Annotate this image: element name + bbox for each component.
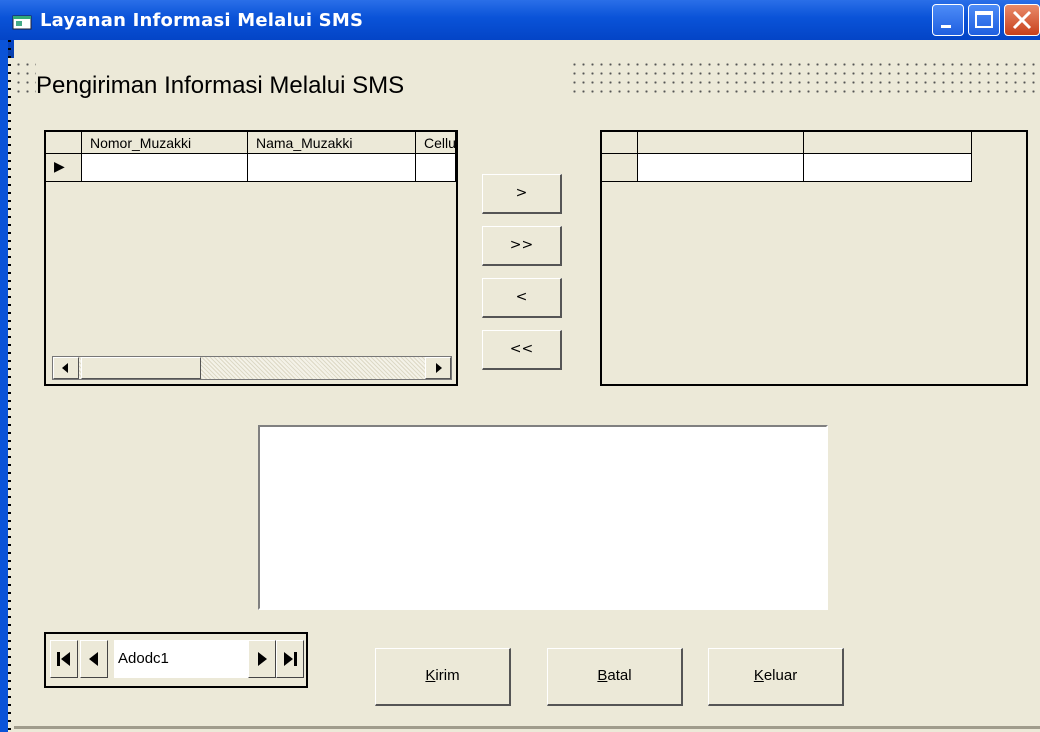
horizontal-scrollbar[interactable] bbox=[52, 356, 452, 380]
close-button[interactable] bbox=[1004, 4, 1040, 36]
form-bottom-edge bbox=[14, 726, 1040, 729]
batal-label: atal bbox=[607, 667, 632, 684]
move-previous-icon bbox=[89, 652, 98, 666]
grid-cell[interactable] bbox=[82, 154, 248, 182]
maximize-icon bbox=[975, 11, 993, 28]
grid-corner-header bbox=[602, 132, 638, 154]
column-header-cellular[interactable]: Cellu bbox=[416, 132, 456, 154]
scroll-thumb[interactable] bbox=[81, 357, 201, 379]
scroll-right-button[interactable] bbox=[425, 357, 451, 379]
adodc-control[interactable]: Adodc1 bbox=[44, 632, 308, 688]
grid-cell[interactable] bbox=[638, 154, 804, 182]
move-last-button[interactable] bbox=[276, 640, 304, 678]
right-data-grid[interactable] bbox=[600, 130, 1028, 386]
move-next-button[interactable] bbox=[248, 640, 276, 678]
form-grid-dots bbox=[570, 60, 1040, 98]
keluar-access-key: K bbox=[753, 667, 764, 684]
remove-one-button[interactable]: < bbox=[482, 278, 562, 318]
remove-all-button[interactable]: << bbox=[482, 330, 562, 370]
column-header-nomor-muzakki[interactable]: Nomor_Muzakki bbox=[82, 132, 248, 154]
column-header-nama-muzakki[interactable]: Nama_Muzakki bbox=[248, 132, 416, 154]
move-next-icon bbox=[258, 652, 267, 666]
scroll-left-button[interactable] bbox=[53, 357, 79, 379]
adodc-caption: Adodc1 bbox=[114, 640, 248, 678]
form-heading: Pengiriman Informasi Melalui SMS bbox=[36, 72, 405, 99]
move-previous-button[interactable] bbox=[80, 640, 108, 678]
row-selector[interactable] bbox=[602, 154, 638, 182]
form-grid-dots bbox=[14, 60, 36, 98]
current-row-icon: ▶ bbox=[54, 158, 65, 174]
app-icon bbox=[12, 15, 32, 30]
arrow-right-icon bbox=[436, 363, 442, 373]
minimize-button[interactable] bbox=[932, 4, 964, 36]
minimize-icon bbox=[941, 25, 951, 28]
grid-corner-header bbox=[46, 132, 82, 154]
move-all-button[interactable]: >> bbox=[482, 226, 562, 266]
move-one-button[interactable]: > bbox=[482, 174, 562, 214]
move-first-icon bbox=[57, 652, 70, 666]
grid-cell[interactable] bbox=[804, 154, 972, 182]
grid-cell[interactable] bbox=[416, 154, 456, 182]
kirim-access-key: K bbox=[425, 667, 436, 684]
left-data-grid[interactable]: Nomor_Muzakki Nama_Muzakki Cellu ▶ bbox=[44, 130, 458, 386]
window-title: Layanan Informasi Melalui SMS bbox=[40, 10, 364, 31]
keluar-label: eluar bbox=[763, 667, 798, 684]
message-textbox[interactable] bbox=[258, 425, 828, 610]
grid-cell[interactable] bbox=[248, 154, 416, 182]
batal-button[interactable]: Batal bbox=[547, 648, 683, 706]
maximize-button[interactable] bbox=[968, 4, 1000, 36]
move-first-button[interactable] bbox=[50, 640, 78, 678]
batal-access-key: B bbox=[597, 667, 608, 684]
column-header[interactable] bbox=[638, 132, 804, 154]
close-icon bbox=[1012, 10, 1032, 30]
kirim-label: irim bbox=[435, 667, 460, 684]
row-selector[interactable]: ▶ bbox=[46, 154, 82, 182]
kirim-button[interactable]: Kirim bbox=[375, 648, 511, 706]
keluar-button[interactable]: Keluar bbox=[708, 648, 844, 706]
arrow-left-icon bbox=[62, 363, 68, 373]
move-last-icon bbox=[284, 652, 297, 666]
column-header[interactable] bbox=[804, 132, 972, 154]
window-left-border bbox=[0, 40, 11, 732]
